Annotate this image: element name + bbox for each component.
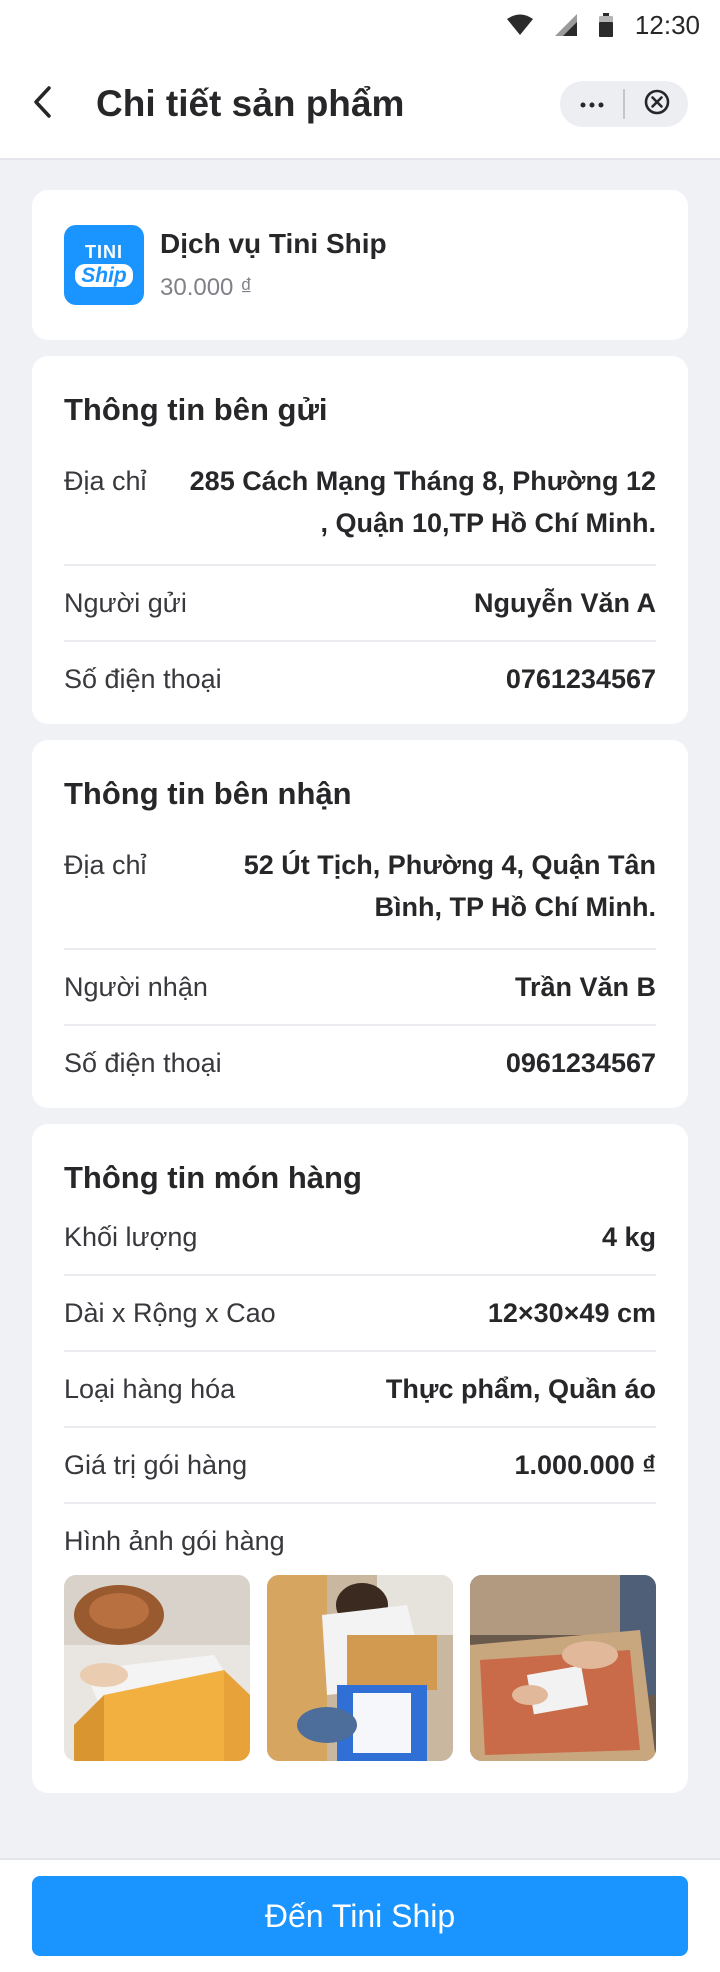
- more-button[interactable]: [560, 81, 623, 127]
- section-title: Thông tin bên gửi: [64, 392, 328, 427]
- row-value: 1.000.000 ₫: [514, 1450, 656, 1480]
- row-label: Địa chỉ: [64, 466, 147, 496]
- info-row-phone: Số điện thoại 0961234567: [64, 1026, 656, 1100]
- row-label: Địa chỉ: [64, 850, 147, 880]
- header: Chi tiết sản phẩm: [0, 50, 720, 160]
- close-circle-icon: [643, 88, 671, 121]
- row-label: Loại hàng hóa: [64, 1374, 236, 1404]
- page-title: Chi tiết sản phẩm: [96, 83, 405, 124]
- content: TINI Ship Dịch vụ Tini Ship 30.000 ₫ Thô…: [0, 160, 720, 1793]
- row-label: Khối lượng: [64, 1222, 198, 1252]
- more-icon: [580, 95, 604, 113]
- info-row-package-value: Giá trị gói hàng 1.000.000 ₫: [64, 1428, 656, 1504]
- status-time: 12:30: [634, 9, 700, 40]
- row-value: Trần Văn B: [514, 972, 656, 1002]
- sender-info-card: Thông tin bên gửi Địa chỉ 285 Cách Mạng …: [32, 356, 688, 724]
- info-row-sender: Người gửi Nguyễn Văn A: [64, 566, 656, 642]
- row-value: 285 Cách Mạng Tháng 8, Phường 12 , Quận …: [189, 466, 656, 538]
- package-photo[interactable]: [470, 1575, 656, 1761]
- battery-icon: [598, 13, 613, 37]
- info-row-goods-type: Loại hàng hóa Thực phẩm, Quần áo: [64, 1352, 656, 1428]
- row-label: Số điện thoại: [64, 664, 222, 694]
- receiver-info-card: Thông tin bên nhận Địa chỉ 52 Út Tịch, P…: [32, 740, 688, 1108]
- back-button[interactable]: [30, 77, 84, 131]
- service-name: Dịch vụ Tini Ship: [160, 228, 387, 259]
- footer: Đến Tini Ship: [0, 1858, 720, 1972]
- section-title: Thông tin món hàng: [64, 1160, 362, 1195]
- row-value: 52 Út Tịch, Phường 4, Quận Tân Bình, TP …: [243, 850, 656, 922]
- package-photos: [64, 1575, 656, 1793]
- row-value: 4 kg: [601, 1222, 656, 1252]
- status-bar: 12:30: [0, 0, 720, 50]
- info-row-phone: Số điện thoại 0761234567: [64, 642, 656, 716]
- chevron-left-icon: [30, 84, 54, 125]
- info-row-dimensions: Dài x Rộng x Cao 12×30×49 cm: [64, 1276, 656, 1352]
- service-card: TINI Ship Dịch vụ Tini Ship 30.000 ₫: [32, 190, 688, 340]
- section-title: Thông tin bên nhận: [64, 776, 352, 811]
- package-photo[interactable]: [267, 1575, 453, 1761]
- wifi-icon: [506, 14, 533, 36]
- header-actions: [560, 81, 688, 127]
- photos-label: Hình ảnh gói hàng: [64, 1526, 285, 1556]
- service-price: 30.000 ₫: [160, 274, 253, 301]
- row-value: 12×30×49 cm: [487, 1298, 656, 1328]
- service-info: Dịch vụ Tini Ship 30.000 ₫: [160, 228, 387, 302]
- row-value: 0961234567: [505, 1048, 656, 1078]
- package-info-card: Thông tin món hàng Khối lượng 4 kg Dài x…: [32, 1124, 688, 1793]
- row-label: Số điện thoại: [64, 1048, 222, 1078]
- info-row-address: Địa chỉ 52 Út Tịch, Phường 4, Quận Tân B…: [64, 828, 656, 950]
- info-row-weight: Khối lượng 4 kg: [64, 1200, 656, 1276]
- row-value: Nguyễn Văn A: [473, 588, 656, 618]
- info-row-receiver: Người nhận Trần Văn B: [64, 950, 656, 1026]
- row-label: Giá trị gói hàng: [64, 1450, 248, 1480]
- close-button[interactable]: [625, 81, 688, 127]
- package-photo[interactable]: [64, 1575, 250, 1761]
- go-to-tini-ship-button[interactable]: Đến Tini Ship: [32, 1876, 688, 1956]
- signal-icon: [554, 14, 577, 36]
- row-value: 0761234567: [505, 664, 656, 694]
- info-row-address: Địa chỉ 285 Cách Mạng Tháng 8, Phường 12…: [64, 444, 656, 566]
- row-label: Người gửi: [64, 588, 187, 618]
- tini-ship-logo: TINI Ship: [64, 225, 144, 305]
- row-label: Người nhận: [64, 972, 208, 1002]
- row-label: Dài x Rộng x Cao: [64, 1298, 276, 1328]
- row-value: Thực phẩm, Quần áo: [385, 1374, 656, 1404]
